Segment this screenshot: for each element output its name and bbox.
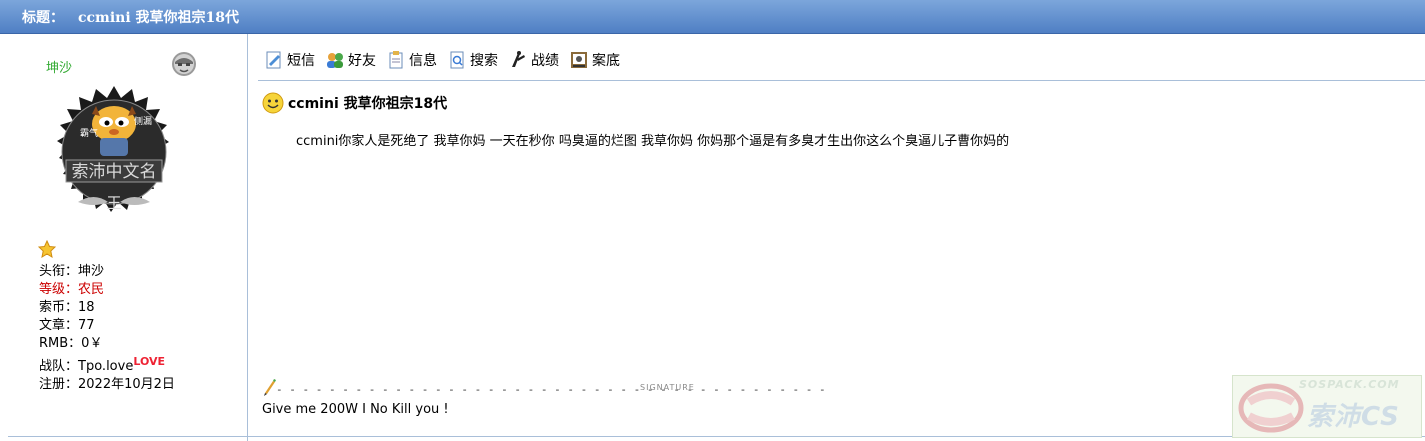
avatar: 霸气 侧漏 索沛中文名 王 <box>38 84 190 236</box>
signature-text: Give me 200W I No Kill you ! <box>262 402 449 417</box>
thread-title: ccmini 我草你祖宗18代 <box>78 9 240 26</box>
toolbar-stats-button[interactable]: 战绩 <box>508 50 559 70</box>
info-icon <box>389 51 403 69</box>
stats-icon <box>512 51 525 67</box>
message-icon <box>266 51 281 69</box>
stat-coins: 索币：18 <box>39 300 95 315</box>
post-body: ccmini你家人是死绝了 我草你妈 一天在秒你 吗臭逼的烂图 我草你妈 你妈那… <box>296 134 1010 149</box>
signature-divider: - - - - - - - - - - - - - - - - - - - - … <box>262 378 826 396</box>
toolbar-info-button[interactable]: 信息 <box>386 50 437 70</box>
rank-star-icon <box>37 239 57 259</box>
author-stats: 头衔：坤沙 等级：农民 索币：18 文章：77 RMB：0￥ 战队：Tpo.lo… <box>39 263 175 394</box>
author-name[interactable]: 坤沙 <box>46 57 72 76</box>
stat-level: 等级：农民 <box>39 282 105 297</box>
svg-text:霸气: 霸气 <box>80 127 98 139</box>
thread-title-label: 标题： <box>22 9 64 26</box>
signature-label: SIGNATURE <box>640 383 695 392</box>
toolbar-message-button[interactable]: 短信 <box>264 50 315 70</box>
toolbar-record-button[interactable]: 案底 <box>569 50 620 70</box>
record-icon <box>571 52 587 68</box>
watermark-main-text: 索沛CS <box>1307 402 1400 432</box>
watermark-top-text: SOSPACK.COM <box>1299 378 1400 391</box>
mascot-badge-icon: 霸气 侧漏 索沛中文名 王 <box>57 86 169 212</box>
svg-text:侧漏: 侧漏 <box>134 115 152 127</box>
post-toolbar: 短信 好友 信息 搜索 战绩 案底 <box>264 50 620 70</box>
stat-rmb: RMB：0￥ <box>39 336 103 351</box>
svg-text:索沛中文名: 索沛中文名 <box>72 162 157 182</box>
site-watermark: SOSPACK.COM 索沛CS <box>1232 375 1422 438</box>
stat-registered: 注册：2022年10月2日 <box>39 377 175 392</box>
stat-posts: 文章：77 <box>39 318 95 333</box>
toolbar-search-button[interactable]: 搜索 <box>447 50 498 70</box>
svg-text:王: 王 <box>106 194 121 212</box>
team-love-badge: LOVE <box>133 355 166 368</box>
post-title: ccmini 我草你祖宗18代 <box>262 92 447 114</box>
stat-team: 战队：Tpo.loveLOVE <box>39 355 166 374</box>
thread-title-bar: 标题： ccmini 我草你祖宗18代 <box>0 0 1425 34</box>
pencil-icon <box>264 379 276 396</box>
smiley-icon <box>262 92 284 114</box>
post-bottom-border <box>8 436 1425 437</box>
gray-face-icon <box>170 50 198 78</box>
search-icon <box>450 51 464 69</box>
watermark-logo-icon <box>1238 383 1304 433</box>
toolbar-divider <box>258 80 1425 81</box>
stat-title: 头衔：坤沙 <box>39 264 105 279</box>
friends-icon <box>327 53 343 68</box>
toolbar-friends-button[interactable]: 好友 <box>325 50 376 70</box>
